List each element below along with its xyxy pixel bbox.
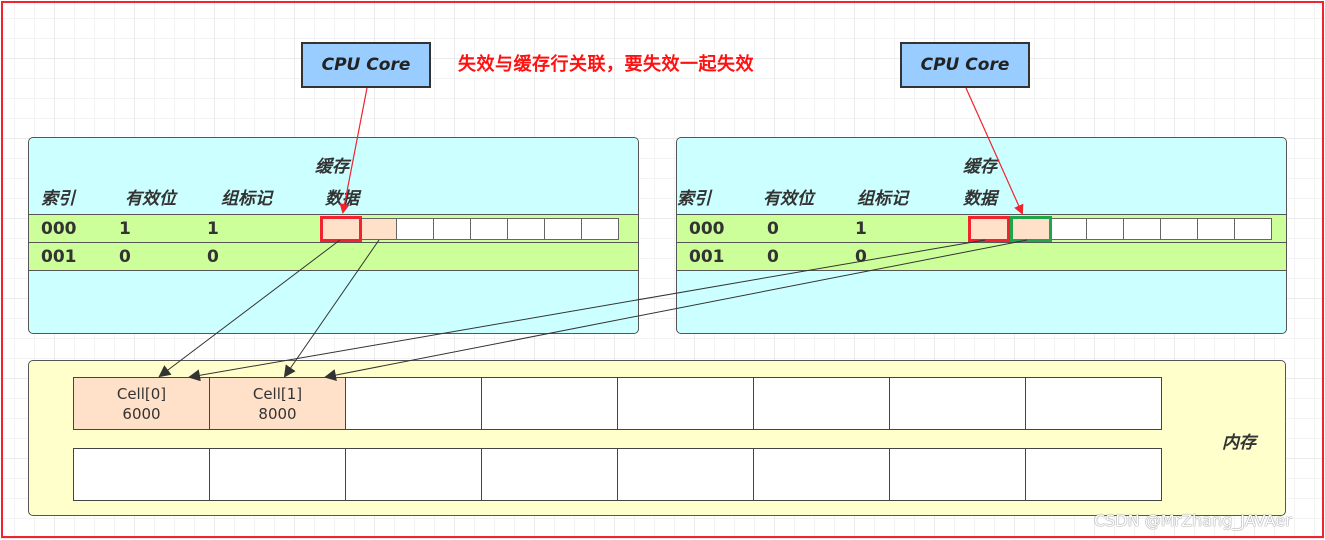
row-valid: 0 (767, 247, 779, 267)
cache-cell (470, 218, 508, 240)
cell-value: 8000 (258, 404, 297, 423)
memory-cell (481, 448, 618, 501)
row-valid: 0 (767, 219, 779, 239)
header-valid: 有效位 (763, 189, 814, 209)
memory-cell (753, 448, 890, 501)
cache-left: 缓存 索引 有效位 组标记 数据 000 1 1 001 0 0 (28, 137, 639, 334)
memory-cell (209, 448, 346, 501)
row-index: 000 (689, 219, 725, 239)
memory-cell (889, 377, 1026, 430)
cache-row-001: 001 0 0 (677, 242, 1286, 271)
cpu-core-left: CPU Core (301, 42, 431, 88)
cell-value: 6000 (122, 404, 161, 423)
memory-block: Cell[0] 6000 Cell[1] 8000 内存 (28, 360, 1286, 516)
memory-cell (753, 377, 890, 430)
memory-cell (345, 448, 482, 501)
memory-row-1: Cell[0] 6000 Cell[1] 8000 (73, 377, 1162, 430)
cell-name: Cell[1] (252, 384, 303, 403)
header-valid: 有效位 (125, 189, 176, 209)
header-index: 索引 (41, 189, 75, 209)
memory-cell (617, 377, 754, 430)
cache-cell (1123, 218, 1161, 240)
cache-cell-valid (1010, 216, 1052, 242)
header-data: 数据 (325, 189, 359, 209)
memory-cell (73, 448, 210, 501)
cache-line (968, 216, 1272, 242)
header-data-line1: 缓存 (963, 157, 997, 177)
memory-cell (481, 377, 618, 430)
annotation-note: 失效与缓存行关联，要失效一起失效 (458, 54, 754, 75)
cache-row-001: 001 0 0 (29, 242, 638, 271)
cache-cell (1049, 218, 1087, 240)
cache-cell (1160, 218, 1198, 240)
cache-cell (581, 218, 619, 240)
memory-cell (617, 448, 754, 501)
row-tag: 1 (207, 219, 219, 239)
cache-cell (544, 218, 582, 240)
cell-name: Cell[0] (116, 384, 167, 403)
header-tag: 组标记 (857, 189, 908, 209)
cache-row-000: 000 1 1 (29, 214, 638, 243)
memory-row-2 (73, 448, 1162, 501)
memory-cell (1025, 377, 1162, 430)
header-data: 数据 (963, 189, 997, 209)
cache-row-000: 000 0 1 (677, 214, 1286, 243)
row-tag: 0 (207, 247, 219, 267)
memory-cell (1025, 448, 1162, 501)
cache-cell (1234, 218, 1272, 240)
row-index: 001 (689, 247, 725, 267)
row-tag: 1 (855, 219, 867, 239)
cpu-core-label: CPU Core (920, 55, 1010, 75)
cpu-core-label: CPU Core (321, 55, 411, 75)
cache-cell (1197, 218, 1235, 240)
cache-line (320, 216, 619, 242)
memory-cell (345, 377, 482, 430)
header-data-line1: 缓存 (315, 157, 349, 177)
cache-cell (433, 218, 471, 240)
memory-cell (889, 448, 1026, 501)
cache-cell-invalid (968, 216, 1010, 242)
cache-right: 缓存 索引 有效位 组标记 数据 000 0 1 001 0 0 (676, 137, 1287, 334)
cpu-core-right: CPU Core (900, 42, 1030, 88)
cache-cell (1086, 218, 1124, 240)
row-index: 000 (41, 219, 77, 239)
cache-cell (396, 218, 434, 240)
header-tag: 组标记 (221, 189, 272, 209)
header-index: 索引 (677, 189, 711, 209)
cache-cell (359, 218, 397, 240)
row-valid: 0 (119, 247, 131, 267)
cache-cell (507, 218, 545, 240)
row-index: 001 (41, 247, 77, 267)
cache-cell-invalid (320, 216, 362, 242)
memory-label: 内存 (1222, 433, 1256, 453)
row-valid: 1 (119, 219, 131, 239)
watermark: CSDN @MrZhang_JAVAer (1094, 511, 1292, 530)
row-tag: 0 (855, 247, 867, 267)
memory-cell-1: Cell[1] 8000 (209, 377, 346, 430)
memory-cell-0: Cell[0] 6000 (73, 377, 210, 430)
